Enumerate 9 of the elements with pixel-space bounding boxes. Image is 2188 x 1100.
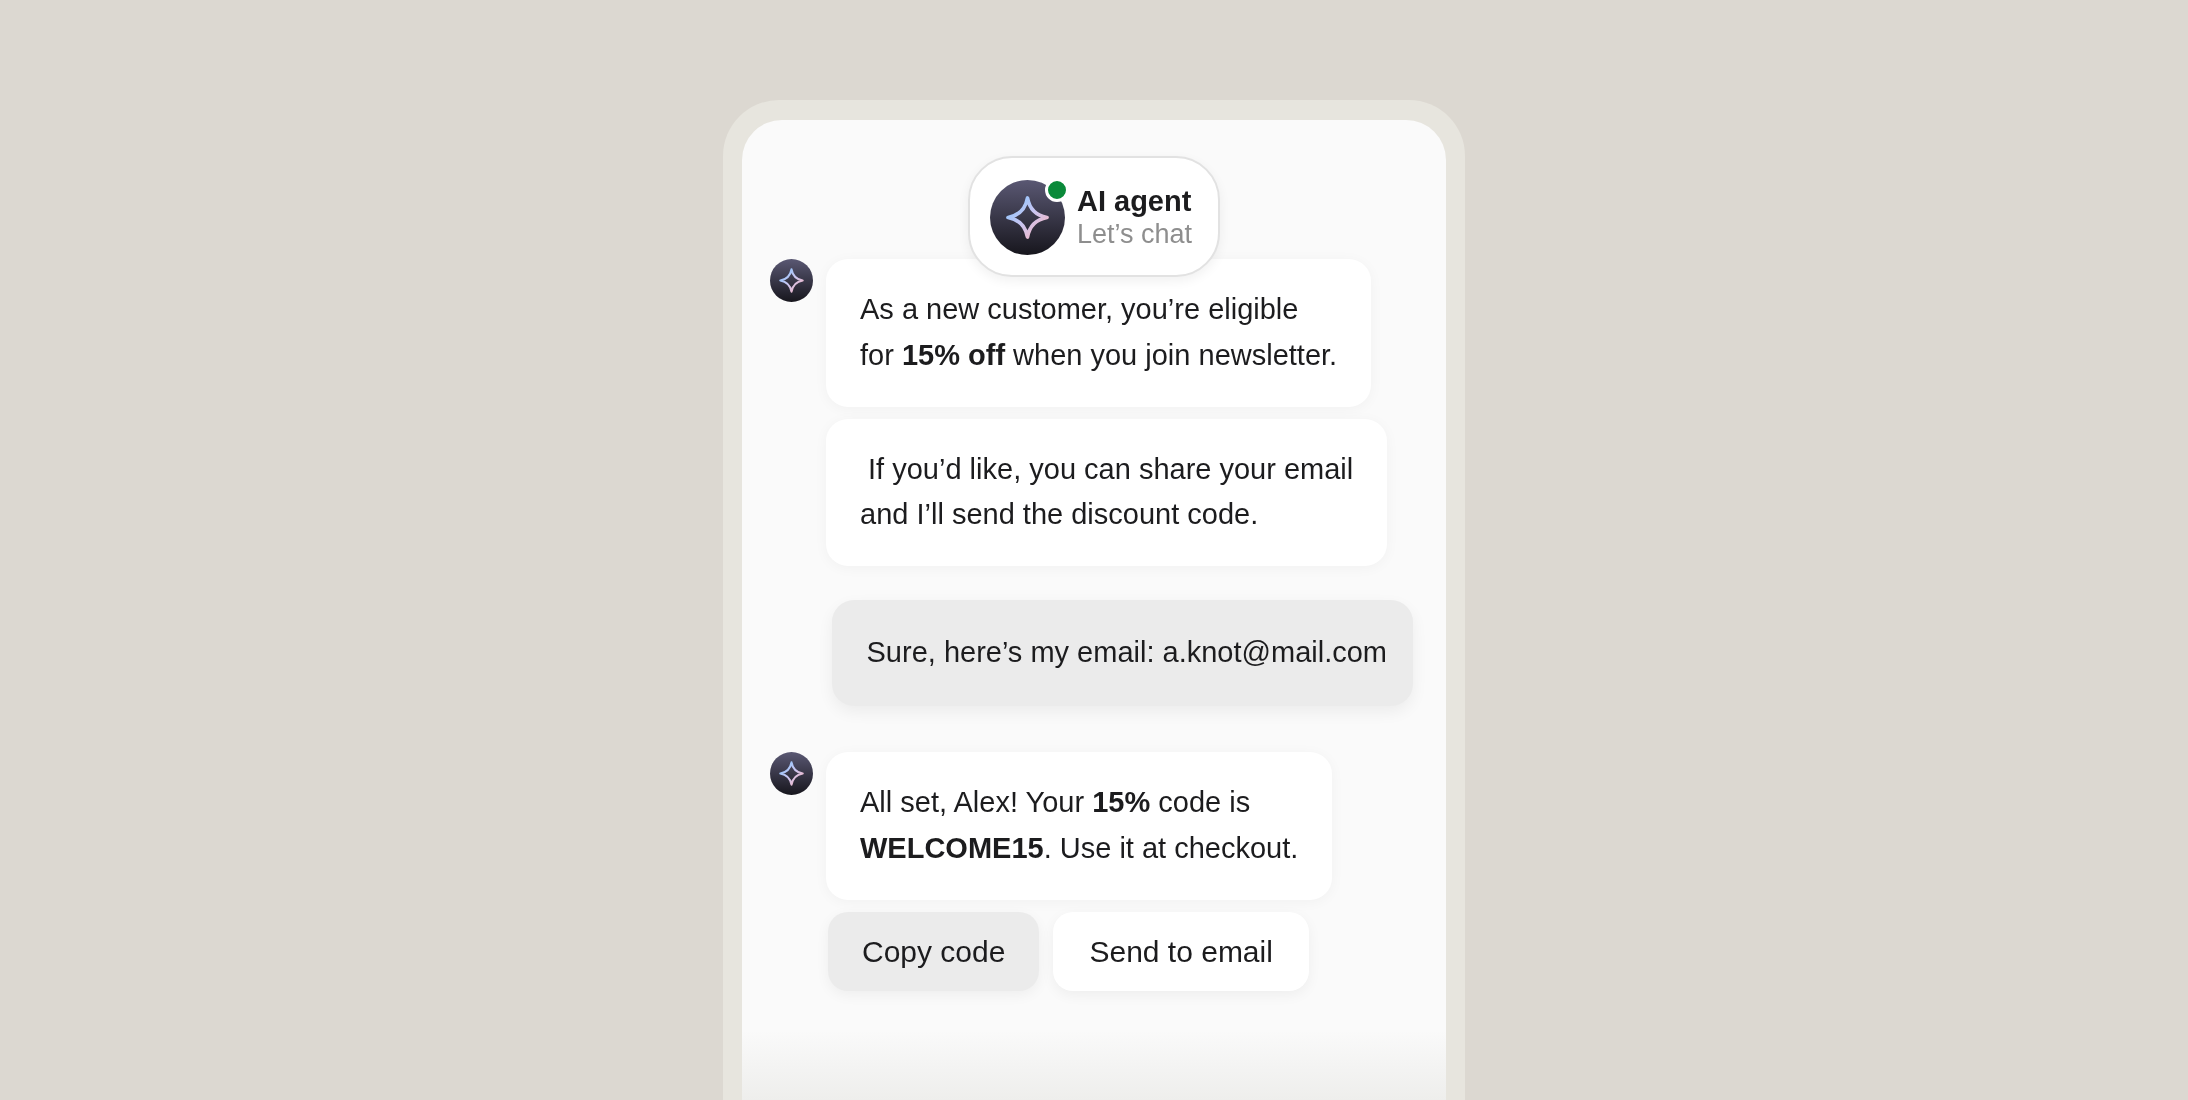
agent-message: As a new customer, you’re eligible for 15% off when you join newsletter. xyxy=(826,259,1372,407)
agent-name: AI agent xyxy=(1076,185,1193,219)
user-message: Sure, here’s my email: a.knot@mail.com xyxy=(831,600,1413,707)
agent-avatar-icon xyxy=(989,180,1065,255)
action-button[interactable]: Copy code xyxy=(828,911,1040,991)
action-button[interactable]: Send to email xyxy=(1053,911,1309,991)
agent-status: Let’s chat xyxy=(1076,218,1193,250)
agent-message: All set, Alex! Your 15% code is WELCOME15. Use it at checkout. xyxy=(826,752,1333,900)
agent-message: If you’d like, you can share your email and I’ll send the discount code. xyxy=(826,418,1388,567)
